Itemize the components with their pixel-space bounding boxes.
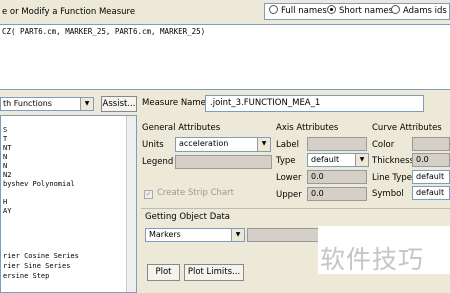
function-expression-area[interactable]: CZ( PART6.cm, MARKER_25, PART6.cm, MARKE…: [0, 24, 450, 90]
plot-limits-button[interactable]: Plot Limits...: [184, 264, 244, 281]
chevron-down-icon[interactable]: ▼: [231, 229, 244, 241]
radio-icon: [269, 5, 278, 14]
upper-field[interactable]: 0.0: [307, 187, 367, 201]
line-type-label: Line Type: [372, 173, 412, 183]
object-data-heading: Getting Object Data: [145, 212, 231, 222]
axis-type-select[interactable]: default ▼: [307, 153, 369, 167]
list-item[interactable]: N2: [3, 171, 11, 179]
name-display-options: Full names Short names Adams ids: [264, 3, 450, 20]
list-item[interactable]: S: [3, 126, 7, 134]
color-label: Color: [372, 140, 395, 150]
symbol-select[interactable]: default: [412, 186, 450, 200]
axis-type-label: Type: [276, 156, 296, 166]
checkmark-icon: ✓: [144, 190, 153, 199]
function-category-select[interactable]: th Functions ▼: [0, 97, 94, 111]
window-title: e or Modify a Function Measure: [2, 7, 136, 17]
chevron-down-icon[interactable]: ▼: [80, 98, 93, 110]
function-list[interactable]: S T NT N N N2 byshev Polynomial H AY rie…: [0, 115, 137, 293]
list-item[interactable]: H: [3, 198, 7, 206]
units-select[interactable]: acceleration ▼: [175, 137, 271, 152]
list-item[interactable]: N: [3, 162, 7, 170]
radio-selected-icon: [327, 5, 336, 14]
axis-attributes-heading: Axis Attributes: [276, 123, 339, 133]
general-attributes-heading: General Attributes: [142, 123, 221, 133]
lower-field[interactable]: 0.0: [307, 170, 367, 184]
list-item[interactable]: AY: [3, 207, 11, 215]
list-item[interactable]: N: [3, 153, 7, 161]
list-item[interactable]: rier Sine Series: [3, 262, 70, 270]
chevron-down-icon[interactable]: ▼: [355, 154, 368, 166]
assist-button[interactable]: Assist...: [101, 96, 137, 112]
list-item[interactable]: T: [3, 135, 7, 143]
title-bar: e or Modify a Function Measure Full name…: [0, 0, 450, 24]
curve-attributes-heading: Curve Attributes: [372, 123, 442, 133]
upper-label: Upper: [276, 190, 302, 200]
color-field[interactable]: [412, 137, 450, 151]
measure-name-input[interactable]: .joint_3.FUNCTION_MEA_1: [205, 95, 424, 112]
legend-label: Legend: [142, 157, 174, 167]
axis-label-field[interactable]: [307, 137, 367, 151]
radio-icon: [391, 5, 400, 14]
units-label: Units: [142, 140, 164, 150]
watermark-text: 软件技巧: [320, 245, 425, 274]
object-type-select[interactable]: Markers ▼: [145, 228, 245, 242]
adams-ids-radio[interactable]: Adams ids: [391, 5, 447, 16]
short-names-radio[interactable]: Short names: [327, 5, 393, 16]
lower-label: Lower: [276, 173, 302, 183]
object-name-field[interactable]: [247, 228, 319, 242]
axis-label-label: Label: [276, 140, 299, 150]
symbol-label: Symbol: [372, 189, 404, 199]
thickness-field[interactable]: 0.0: [412, 153, 450, 167]
list-item[interactable]: ersine Step: [3, 272, 49, 280]
plot-button[interactable]: Plot: [147, 264, 180, 281]
line-type-select[interactable]: default: [412, 170, 450, 184]
chevron-down-icon[interactable]: ▼: [257, 138, 270, 151]
list-item[interactable]: rier Cosine Series: [3, 252, 79, 260]
list-item[interactable]: NT: [3, 144, 11, 152]
thickness-label: Thickness: [372, 156, 415, 166]
list-scrollbar[interactable]: [126, 116, 136, 292]
measure-name-label: Measure Name: [142, 98, 206, 108]
create-strip-chart-checkbox[interactable]: ✓ Create Strip Chart: [144, 188, 234, 199]
legend-field[interactable]: [175, 155, 272, 169]
list-item[interactable]: byshev Polynomial: [3, 180, 75, 188]
full-names-radio[interactable]: Full names: [269, 5, 327, 16]
function-expression[interactable]: CZ( PART6.cm, MARKER_25, PART6.cm, MARKE…: [2, 27, 205, 36]
